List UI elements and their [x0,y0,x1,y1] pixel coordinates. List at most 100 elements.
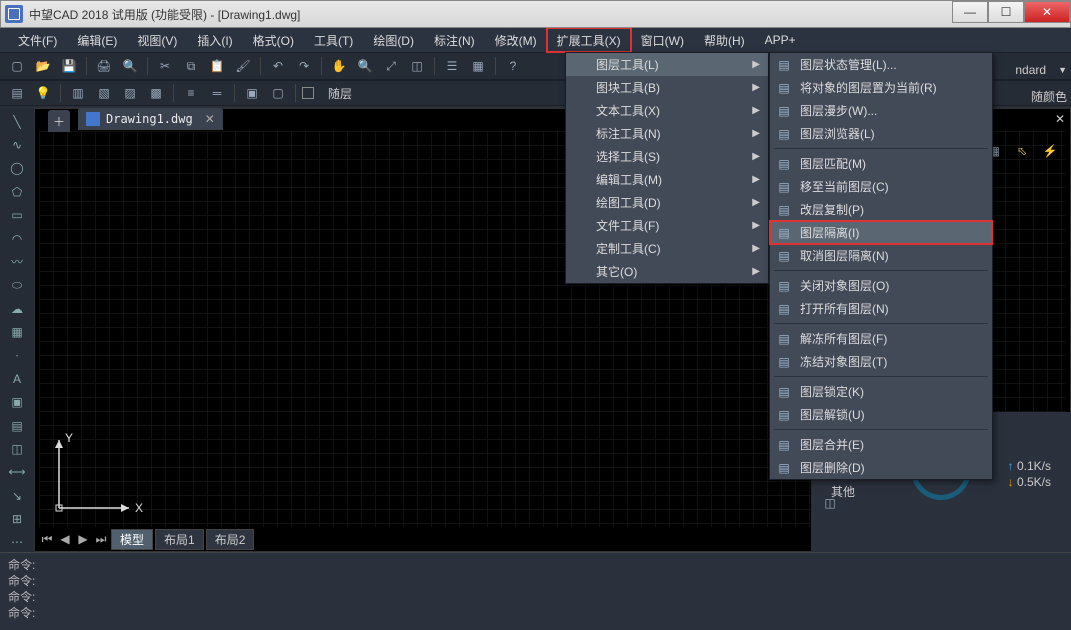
menu-5[interactable]: 工具(T) [304,28,363,52]
spline-icon[interactable]: 〰 [6,252,28,271]
block-ins-icon[interactable]: ▣ [6,393,28,412]
menu-item[interactable]: 图层工具(L)▶ [566,53,768,76]
menu-12[interactable]: APP+ [755,28,806,52]
prop-icon-3[interactable]: ◫ [819,492,841,514]
menu-4[interactable]: 格式(O) [243,28,304,52]
color-swatch[interactable] [302,87,314,99]
pan-icon[interactable]: ✋ [328,55,350,77]
style-dropdown[interactable]: ndard [1009,63,1052,77]
arc-icon[interactable]: ◠ [6,229,28,248]
submenu-item[interactable]: ▤图层删除(D) [770,456,992,479]
table-icon[interactable]: ▤ [6,416,28,435]
submenu-item[interactable]: ▤图层合并(E) [770,433,992,456]
open-icon[interactable]: 📂 [32,55,54,77]
panel-close-icon[interactable]: ✕ [1055,112,1065,126]
bulb-icon[interactable]: 💡 [32,82,54,104]
submenu-item[interactable]: ▤图层解锁(U) [770,403,992,426]
bylayer-label[interactable]: 随层 [322,85,358,102]
linetype-icon[interactable]: ≡ [180,82,202,104]
menu-item[interactable]: 图块工具(B)▶ [566,76,768,99]
select-icon[interactable]: ⬁ [1011,140,1033,162]
zoom-icon[interactable]: 🔍 [354,55,376,77]
print-icon[interactable]: 🖨 [93,55,115,77]
calc-icon[interactable]: ▦ [467,55,489,77]
zoom-win-icon[interactable]: ◫ [406,55,428,77]
circle-icon[interactable]: ◯ [6,159,28,178]
submenu-item[interactable]: ▤改层复制(P) [770,198,992,221]
layer-tool2-icon[interactable]: ▧ [93,82,115,104]
dim-icon[interactable]: ⟷ [6,463,28,482]
ellipse-icon[interactable]: ⬭ [6,276,28,295]
rect-icon[interactable]: ▭ [6,206,28,225]
menu-0[interactable]: 文件(F) [8,28,67,52]
submenu-item[interactable]: ▤关闭对象图层(O) [770,274,992,297]
menu-6[interactable]: 绘图(D) [363,28,424,52]
layer-tool4-icon[interactable]: ▩ [145,82,167,104]
menu-11[interactable]: 帮助(H) [694,28,755,52]
menu-item[interactable]: 其它(O)▶ [566,260,768,283]
menu-9[interactable]: 扩展工具(X) [547,28,631,52]
pline-icon[interactable]: ∿ [6,135,28,154]
submenu-item[interactable]: ▤将对象的图层置为当前(R) [770,76,992,99]
cloud-icon[interactable]: ☁ [6,299,28,318]
submenu-item[interactable]: ▤图层浏览器(L) [770,122,992,145]
preview-icon[interactable]: 🔍 [119,55,141,77]
polygon-icon[interactable]: ⬠ [6,182,28,201]
file-tab[interactable]: Drawing1.dwg ✕ [78,108,223,130]
menu-item[interactable]: 定制工具(C)▶ [566,237,768,260]
menu-item[interactable]: 标注工具(N)▶ [566,122,768,145]
menu-7[interactable]: 标注(N) [424,28,485,52]
submenu-item[interactable]: ▤图层锁定(K) [770,380,992,403]
menu-item[interactable]: 绘图工具(D)▶ [566,191,768,214]
grid-icon[interactable]: ⊞ [6,509,28,528]
layout-tab[interactable]: 布局1 [155,529,204,550]
match-icon[interactable]: 🖌 [232,55,254,77]
submenu-item[interactable]: ▤图层隔离(I) [770,221,992,244]
menu-item[interactable]: 选择工具(S)▶ [566,145,768,168]
close-tab-icon[interactable]: ✕ [205,112,215,126]
redo-icon[interactable]: ↷ [293,55,315,77]
close-button[interactable]: ✕ [1024,1,1070,23]
paste-icon[interactable]: 📋 [206,55,228,77]
menu-2[interactable]: 视图(V) [127,28,187,52]
submenu-item[interactable]: ▤图层状态管理(L)... [770,53,992,76]
text-icon[interactable]: A [6,369,28,388]
command-line[interactable]: 命令:命令:命令:命令: [0,552,1071,630]
menu-item[interactable]: 文件工具(F)▶ [566,214,768,237]
submenu-item[interactable]: ▤图层匹配(M) [770,152,992,175]
submenu-item[interactable]: ▤移至当前图层(C) [770,175,992,198]
menu-8[interactable]: 修改(M) [485,28,547,52]
layout-nav[interactable]: ⏮ [39,532,55,547]
hatch-icon[interactable]: ▦ [6,322,28,341]
layer-tool-icon[interactable]: ▥ [67,82,89,104]
save-icon[interactable]: 💾 [58,55,80,77]
point-icon[interactable]: ∙ [6,346,28,365]
copy-icon[interactable]: ⧉ [180,55,202,77]
help-icon[interactable]: ? [502,55,524,77]
undo-icon[interactable]: ↶ [267,55,289,77]
region-icon[interactable]: ◫ [6,439,28,458]
props-icon[interactable]: ☰ [441,55,463,77]
layout-nav[interactable]: ◀ [57,532,73,546]
bycolor-label[interactable]: 随颜色 [1031,88,1067,105]
menu-item[interactable]: 编辑工具(M)▶ [566,168,768,191]
menu-item[interactable]: 文本工具(X)▶ [566,99,768,122]
block2-icon[interactable]: ▢ [267,82,289,104]
layer-tool3-icon[interactable]: ▨ [119,82,141,104]
menu-1[interactable]: 编辑(E) [67,28,127,52]
layout-tab[interactable]: 模型 [111,529,153,550]
submenu-item[interactable]: ▤冻结对象图层(T) [770,350,992,373]
layout-nav[interactable]: ▶ [75,532,91,546]
new-tab-button[interactable]: ＋ [48,110,70,132]
zoom-ext-icon[interactable]: ⤢ [380,55,402,77]
block-icon[interactable]: ▣ [241,82,263,104]
line-icon[interactable]: ╲ [6,112,28,131]
layer-icon[interactable]: ▤ [6,82,28,104]
menu-3[interactable]: 插入(I) [187,28,242,52]
cut-icon[interactable]: ✂ [154,55,176,77]
new-icon[interactable]: ▢ [6,55,28,77]
submenu-item[interactable]: ▤打开所有图层(N) [770,297,992,320]
lineweight-icon[interactable]: ═ [206,82,228,104]
submenu-item[interactable]: ▤图层漫步(W)... [770,99,992,122]
submenu-item[interactable]: ▤解冻所有图层(F) [770,327,992,350]
